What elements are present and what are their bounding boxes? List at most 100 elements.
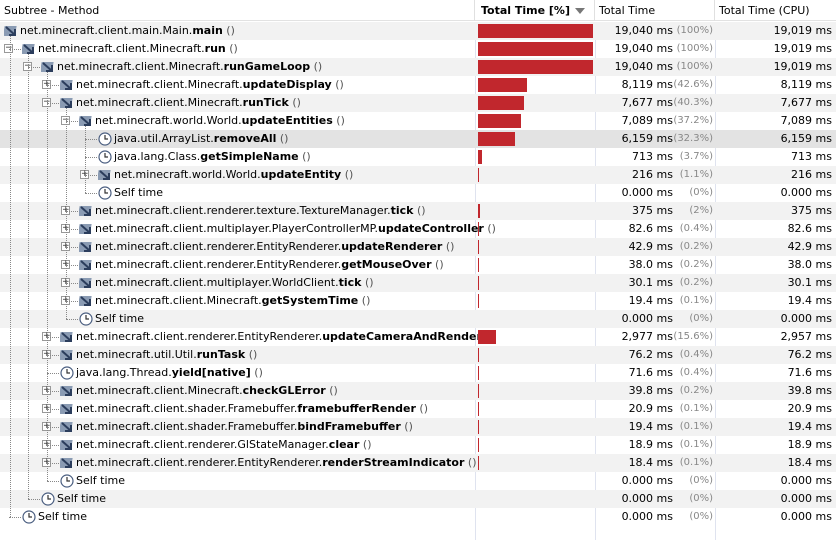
- method-short-name: checkGLError: [242, 384, 326, 397]
- tree-connector: [47, 373, 59, 374]
- tree-connector: [28, 499, 40, 500]
- method-name: net.minecraft.client.Minecraft.runTick (…: [76, 94, 301, 112]
- table-row[interactable]: Self time 0.000 ms (0%) 0.000 ms: [0, 184, 836, 202]
- method-args: (): [250, 366, 263, 379]
- tree-connector: [47, 337, 59, 338]
- tree-connector: [47, 463, 59, 464]
- tree-connector: [66, 211, 78, 212]
- total-time: 20.9 ms: [628, 402, 673, 415]
- tree-connector: [85, 175, 97, 176]
- method-icon: [77, 114, 93, 128]
- method-icon: [58, 420, 74, 434]
- total-time: 713 ms: [632, 150, 673, 163]
- method-class: net.minecraft.client.renderer.GlStateMan…: [76, 438, 329, 451]
- table-row[interactable]: + net.minecraft.client.multiplayer.WorldC…: [0, 274, 836, 292]
- method-short-name: tick: [390, 204, 414, 217]
- total-time-bar: [478, 420, 479, 434]
- table-row[interactable]: net.minecraft.client.main.Main.main () 19…: [0, 22, 836, 40]
- table-row[interactable]: − net.minecraft.client.Minecraft.runGameL…: [0, 58, 836, 76]
- table-row[interactable]: − net.minecraft.world.World.updateEntitie…: [0, 112, 836, 130]
- table-row[interactable]: + net.minecraft.client.Minecraft.checkGLE…: [0, 382, 836, 400]
- method-name: net.minecraft.client.shader.Framebuffer.…: [76, 400, 428, 418]
- method-icon: [58, 456, 74, 470]
- table-row[interactable]: + net.minecraft.client.multiplayer.Player…: [0, 220, 836, 238]
- total-time: 30.1 ms: [628, 276, 673, 289]
- table-row[interactable]: + net.minecraft.world.World.updateEntity …: [0, 166, 836, 184]
- table-row[interactable]: + net.minecraft.client.renderer.EntityRen…: [0, 256, 836, 274]
- total-time: 19,040 ms: [614, 24, 673, 37]
- tree-connector: [85, 157, 97, 158]
- table-row[interactable]: + net.minecraft.util.Util.runTask () 76.2 …: [0, 346, 836, 364]
- table-row[interactable]: + net.minecraft.client.renderer.EntityRen…: [0, 328, 836, 346]
- table-row[interactable]: java.lang.Thread.yield[native] () 71.6 ms…: [0, 364, 836, 382]
- column-header-method[interactable]: Subtree - Method: [0, 0, 475, 21]
- clock-icon: [98, 132, 112, 146]
- table-row[interactable]: + net.minecraft.client.renderer.EntityRen…: [0, 238, 836, 256]
- total-time-percent: (0%): [689, 511, 713, 522]
- method-args: (): [413, 204, 426, 217]
- tree-connector: [47, 481, 59, 482]
- table-row[interactable]: Self time 0.000 ms (0%) 0.000 ms: [0, 490, 836, 508]
- table-row[interactable]: Self time 0.000 ms (0%) 0.000 ms: [0, 472, 836, 490]
- total-time-cpu: 216 ms: [791, 168, 832, 181]
- method-icon: [58, 348, 74, 362]
- total-time-bar: [478, 78, 527, 92]
- method-name: Self time: [38, 508, 87, 526]
- total-time-cpu: 7,677 ms: [780, 96, 832, 109]
- table-row[interactable]: + net.minecraft.client.Minecraft.getSyste…: [0, 292, 836, 310]
- method-name: Self time: [57, 490, 106, 508]
- total-time-cpu: 19.4 ms: [787, 420, 832, 433]
- table-row[interactable]: − net.minecraft.client.Minecraft.runTick …: [0, 94, 836, 112]
- tree-connector: [47, 355, 59, 356]
- total-time: 0.000 ms: [621, 186, 673, 199]
- total-time-percent: (100%): [676, 43, 713, 54]
- total-time: 42.9 ms: [628, 240, 673, 253]
- column-header-total-time-percent[interactable]: Total Time [%]: [475, 0, 595, 21]
- method-class: net.minecraft.client.shader.Framebuffer.: [76, 420, 298, 433]
- column-header-total-time[interactable]: Total Time: [595, 0, 715, 21]
- table-row[interactable]: Self time 0.000 ms (0%) 0.000 ms: [0, 508, 836, 526]
- total-time-bar: [478, 384, 479, 398]
- total-time-percent: (0.2%): [679, 277, 713, 288]
- table-row[interactable]: + net.minecraft.client.shader.Framebuffer…: [0, 400, 836, 418]
- method-class: net.minecraft.client.multiplayer.PlayerC…: [95, 222, 378, 235]
- table-header: Subtree - Method Total Time [%] Total Ti…: [0, 0, 836, 21]
- method-class: net.minecraft.world.World.: [114, 168, 261, 181]
- total-time-percent: (1.1%): [679, 169, 713, 180]
- total-time-percent: (0%): [689, 187, 713, 198]
- total-time-cpu: 71.6 ms: [787, 366, 832, 379]
- method-name: net.minecraft.world.World.updateEntities…: [95, 112, 345, 130]
- method-name: net.minecraft.client.renderer.texture.Te…: [95, 202, 426, 220]
- method-args: (): [331, 78, 344, 91]
- method-args: (): [222, 24, 235, 37]
- total-time-bar: [478, 60, 593, 74]
- column-header-total-time-cpu[interactable]: Total Time (CPU): [715, 0, 836, 21]
- method-class: Self time: [114, 186, 164, 199]
- method-icon: [77, 222, 93, 236]
- table-row[interactable]: − net.minecraft.client.Minecraft.run () 19…: [0, 40, 836, 58]
- table-row[interactable]: Self time 0.000 ms (0%) 0.000 ms: [0, 310, 836, 328]
- table-row[interactable]: + net.minecraft.client.renderer.texture.T…: [0, 202, 836, 220]
- total-time-bar: [478, 96, 525, 110]
- total-time-percent: (37.2%): [673, 115, 713, 126]
- table-row[interactable]: + net.minecraft.client.renderer.GlStateMa…: [0, 436, 836, 454]
- table-row[interactable]: + net.minecraft.client.Minecraft.updateDi…: [0, 76, 836, 94]
- table-row[interactable]: java.util.ArrayList.removeAll () 6,159 ms…: [0, 130, 836, 148]
- total-time-bar: [478, 114, 521, 128]
- total-time: 216 ms: [632, 168, 673, 181]
- total-time-bar: [478, 168, 480, 182]
- method-args: (): [325, 384, 338, 397]
- total-time-percent: (0.4%): [679, 349, 713, 360]
- tree-connector: [66, 247, 78, 248]
- method-name: net.minecraft.client.multiplayer.PlayerC…: [95, 220, 496, 238]
- tree-connector: [66, 229, 78, 230]
- total-time-bar: [478, 132, 516, 146]
- table-row[interactable]: + net.minecraft.client.renderer.EntityRen…: [0, 454, 836, 472]
- tree-connector: [28, 67, 40, 68]
- total-time-percent: (0.1%): [679, 403, 713, 414]
- total-time-percent: (0.1%): [679, 439, 713, 450]
- table-row[interactable]: + net.minecraft.client.shader.Framebuffer…: [0, 418, 836, 436]
- table-row[interactable]: java.lang.Class.getSimpleName () 713 ms (3…: [0, 148, 836, 166]
- total-time-percent: (100%): [676, 61, 713, 72]
- method-icon: [2, 24, 18, 38]
